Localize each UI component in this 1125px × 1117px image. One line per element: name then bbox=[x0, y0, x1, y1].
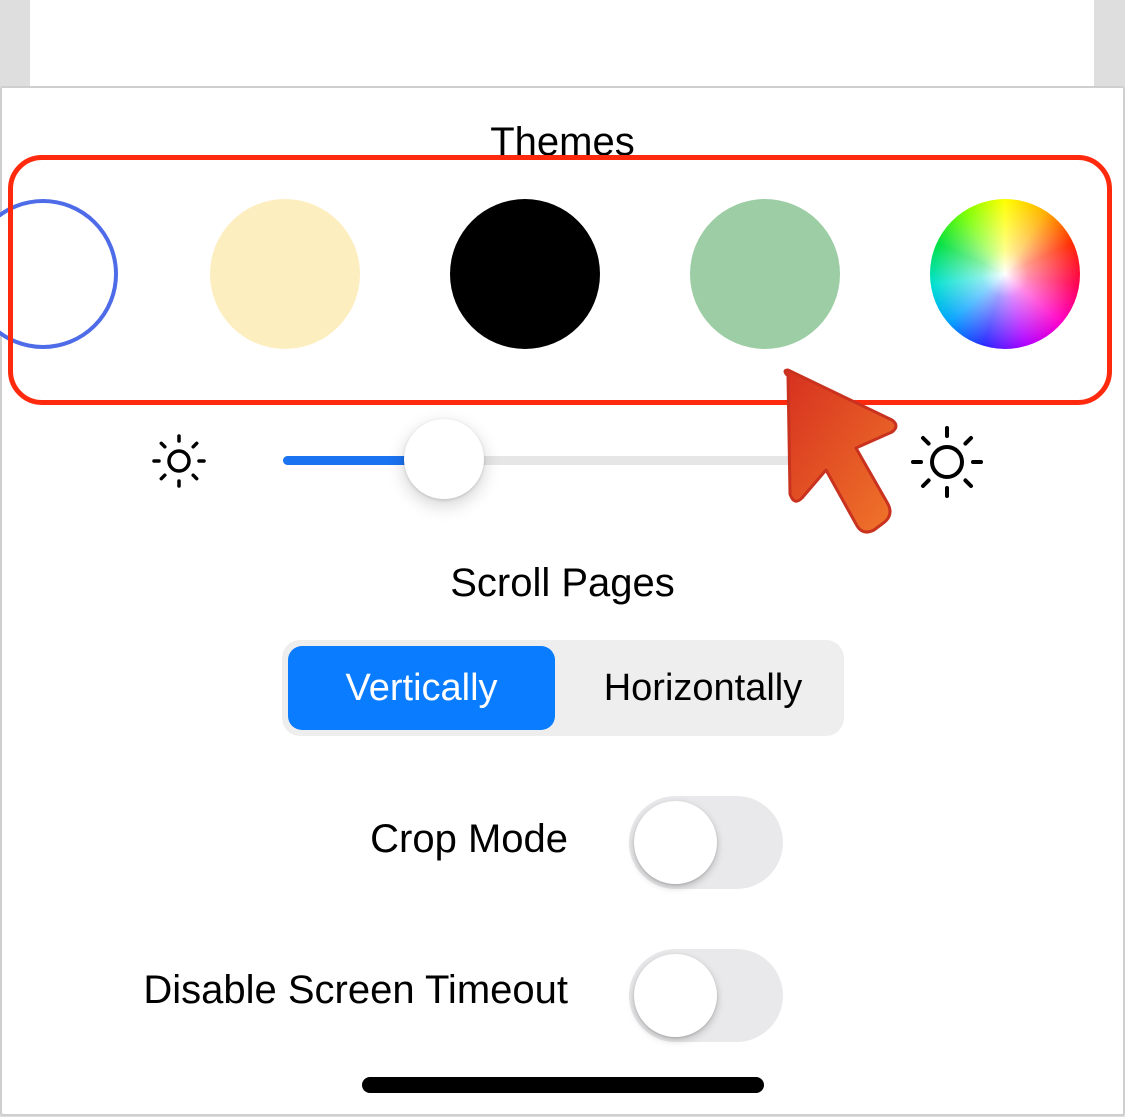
crop-mode-toggle[interactable] bbox=[629, 796, 783, 889]
sun-small-icon bbox=[152, 434, 206, 488]
cursor-arrow-icon bbox=[783, 368, 898, 534]
crop-mode-label: Crop Mode bbox=[370, 817, 568, 861]
segment-horizontally[interactable]: Horizontally bbox=[562, 646, 844, 730]
themes-highlight-box bbox=[8, 155, 1112, 405]
background-page bbox=[30, 0, 1094, 90]
brightness-slider-thumb[interactable] bbox=[404, 419, 485, 499]
sun-large-icon bbox=[911, 426, 983, 498]
home-indicator bbox=[362, 1077, 764, 1093]
screen-timeout-toggle[interactable] bbox=[629, 949, 783, 1042]
segment-vertically[interactable]: Vertically bbox=[288, 646, 555, 730]
scroll-pages-title: Scroll Pages bbox=[450, 561, 675, 605]
screen-timeout-label: Disable Screen Timeout bbox=[143, 968, 568, 1012]
toggle-knob bbox=[634, 801, 717, 884]
toggle-knob bbox=[634, 954, 717, 1037]
